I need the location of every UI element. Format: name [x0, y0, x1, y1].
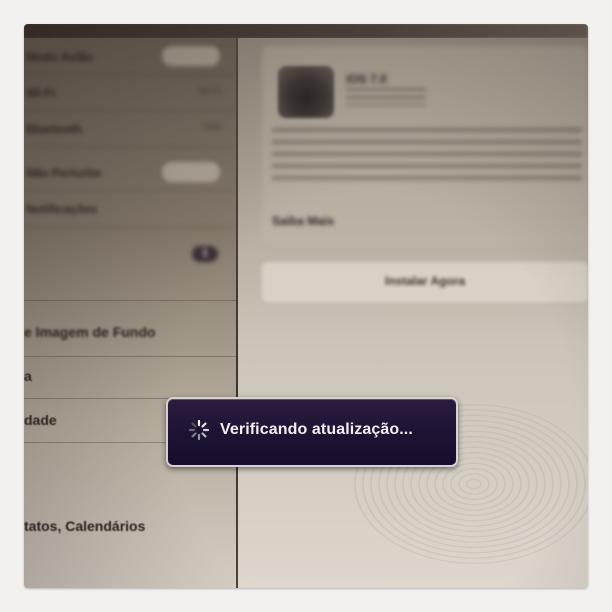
- sidebar-item-label: e Imagem de Fundo: [24, 324, 156, 340]
- status-bar: [24, 24, 588, 38]
- sidebar-item-label: dade: [24, 412, 57, 428]
- sidebar-item-label: Não Perturbe: [26, 166, 102, 180]
- sidebar-item-value: Não: [203, 122, 222, 133]
- divider: [24, 356, 236, 357]
- sidebar-item-label: Modo Avião: [26, 50, 94, 64]
- dnd-toggle[interactable]: [162, 162, 220, 182]
- checking-update-hud: Verificando atualização...: [166, 397, 458, 467]
- ios-update-icon: [278, 66, 334, 118]
- update-subtitle: [346, 88, 426, 106]
- sidebar-item-wifi[interactable]: Wi-Fi Wi-Fi: [24, 74, 234, 111]
- sidebar-item-value: Wi-Fi: [198, 86, 222, 97]
- airplane-toggle[interactable]: [162, 46, 220, 66]
- sidebar-item-airplane-mode[interactable]: Modo Avião: [24, 38, 234, 75]
- sidebar-item-bluetooth[interactable]: Bluetooth Não: [24, 110, 234, 147]
- settings-sidebar: Modo Avião Wi-Fi Wi-Fi Bluetooth Não Não…: [24, 38, 238, 588]
- sidebar-item-wallpaper[interactable]: e Imagem de Fundo: [24, 324, 155, 340]
- sidebar-item-partial-a[interactable]: a: [24, 368, 32, 384]
- install-now-label: Instalar Agora: [384, 274, 466, 288]
- sidebar-item-label: Bluetooth: [26, 122, 82, 136]
- sidebar-item-general[interactable]: 1: [24, 238, 234, 274]
- sidebar-item-label: Notificações: [26, 202, 98, 216]
- update-count-badge: 1: [192, 246, 218, 262]
- update-title: iOS 7.0: [346, 72, 387, 86]
- sidebar-item-contacts-calendars[interactable]: tatos, Calendários: [24, 518, 145, 534]
- sidebar-item-do-not-disturb[interactable]: Não Perturbe: [24, 154, 234, 191]
- sidebar-item-label: Wi-Fi: [26, 86, 56, 100]
- photo-frame: Modo Avião Wi-Fi Wi-Fi Bluetooth Não Não…: [24, 24, 588, 588]
- sidebar-item-label: a: [24, 368, 32, 384]
- install-now-button[interactable]: Instalar Agora: [262, 262, 588, 302]
- activity-spinner-icon: [188, 419, 210, 441]
- sidebar-item-privacy[interactable]: dade: [24, 412, 57, 428]
- sidebar-item-notifications[interactable]: Notificações: [24, 190, 234, 227]
- update-description: [272, 128, 582, 188]
- sidebar-item-label: tatos, Calendários: [24, 518, 146, 534]
- hud-message: Verificando atualização...: [220, 421, 413, 438]
- learn-more-link[interactable]: Saiba Mais: [272, 214, 334, 228]
- divider: [24, 300, 236, 301]
